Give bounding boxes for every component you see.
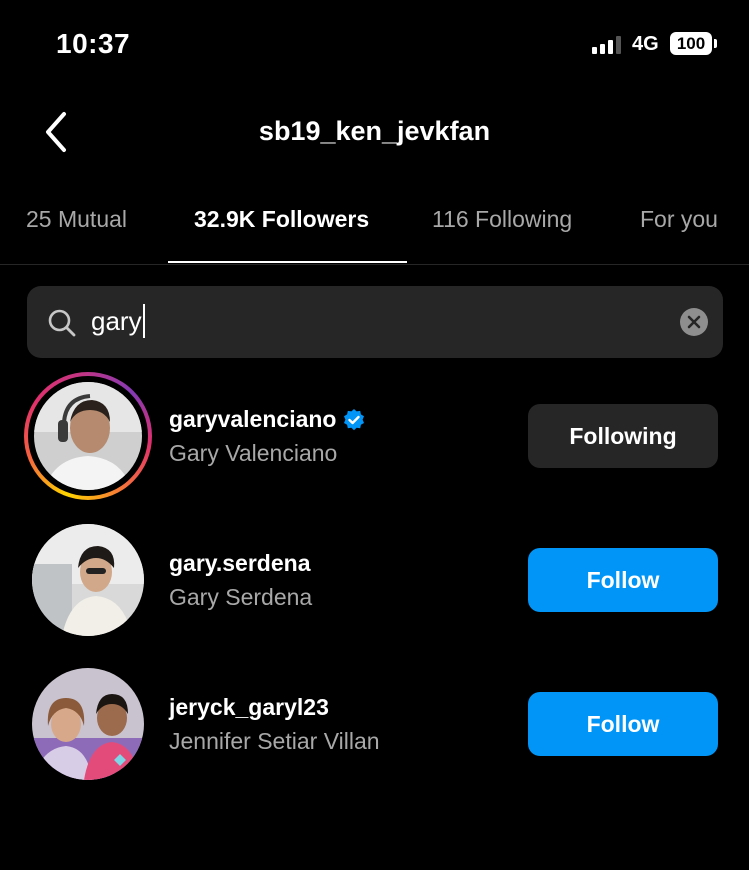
search-icon bbox=[48, 309, 76, 337]
header: sb19_ken_jevkfan bbox=[0, 100, 749, 170]
username-text: garyvalenciano bbox=[169, 406, 337, 432]
list-item[interactable]: garyvalenciano Gary Valenciano Following bbox=[0, 372, 749, 502]
avatar[interactable] bbox=[24, 516, 152, 644]
following-button[interactable]: Following bbox=[528, 404, 718, 468]
profile-photo bbox=[32, 524, 144, 636]
full-name: Gary Serdena bbox=[169, 584, 313, 610]
username[interactable]: jeryck_garyl23 bbox=[169, 694, 329, 721]
active-tab-indicator bbox=[168, 261, 407, 263]
text-caret bbox=[142, 304, 145, 338]
battery-level: 100 bbox=[676, 33, 706, 53]
tab-bar: 25 Mutual 32.9K Followers 116 Following … bbox=[0, 190, 749, 265]
list-item[interactable]: jeryck_garyl23 Jennifer Setiar Villan Fo… bbox=[0, 660, 749, 790]
follow-button[interactable]: Follow bbox=[528, 548, 718, 612]
battery-tip bbox=[714, 39, 717, 48]
search-value: gary bbox=[91, 305, 142, 336]
username[interactable]: gary.serdena bbox=[169, 550, 310, 577]
follow-button[interactable]: Follow bbox=[528, 692, 718, 756]
full-name: Jennifer Setiar Villan bbox=[169, 728, 380, 754]
search-bar[interactable]: gary bbox=[27, 286, 723, 358]
full-name: Gary Valenciano bbox=[169, 440, 338, 466]
battery-icon: 100 bbox=[670, 32, 712, 55]
list-item[interactable]: gary.serdena Gary Serdena Follow bbox=[0, 516, 749, 646]
signal-icon bbox=[592, 34, 621, 54]
close-icon bbox=[687, 315, 701, 329]
avatar[interactable] bbox=[24, 372, 152, 500]
tab-mutual[interactable]: 25 Mutual bbox=[26, 206, 127, 233]
verified-badge-icon bbox=[344, 408, 365, 430]
status-time: 10:37 bbox=[56, 28, 131, 59]
username-text: gary.serdena bbox=[169, 550, 311, 576]
username-text: jeryck_garyl23 bbox=[169, 694, 329, 720]
status-bar: 10:37 4G 100 bbox=[0, 0, 749, 90]
tab-followers[interactable]: 32.9K Followers bbox=[194, 206, 369, 233]
tab-for-you[interactable]: For you bbox=[640, 206, 718, 233]
search-input[interactable]: gary bbox=[91, 304, 145, 338]
tab-following[interactable]: 116 Following bbox=[432, 206, 572, 233]
profile-photo bbox=[34, 382, 142, 490]
page-title: sb19_ken_jevkfan bbox=[258, 116, 491, 146]
avatar[interactable] bbox=[24, 660, 152, 788]
username[interactable]: garyvalenciano bbox=[169, 406, 366, 433]
clear-icon[interactable] bbox=[680, 308, 708, 336]
network-type: 4G bbox=[632, 33, 659, 55]
profile-photo bbox=[32, 668, 144, 780]
